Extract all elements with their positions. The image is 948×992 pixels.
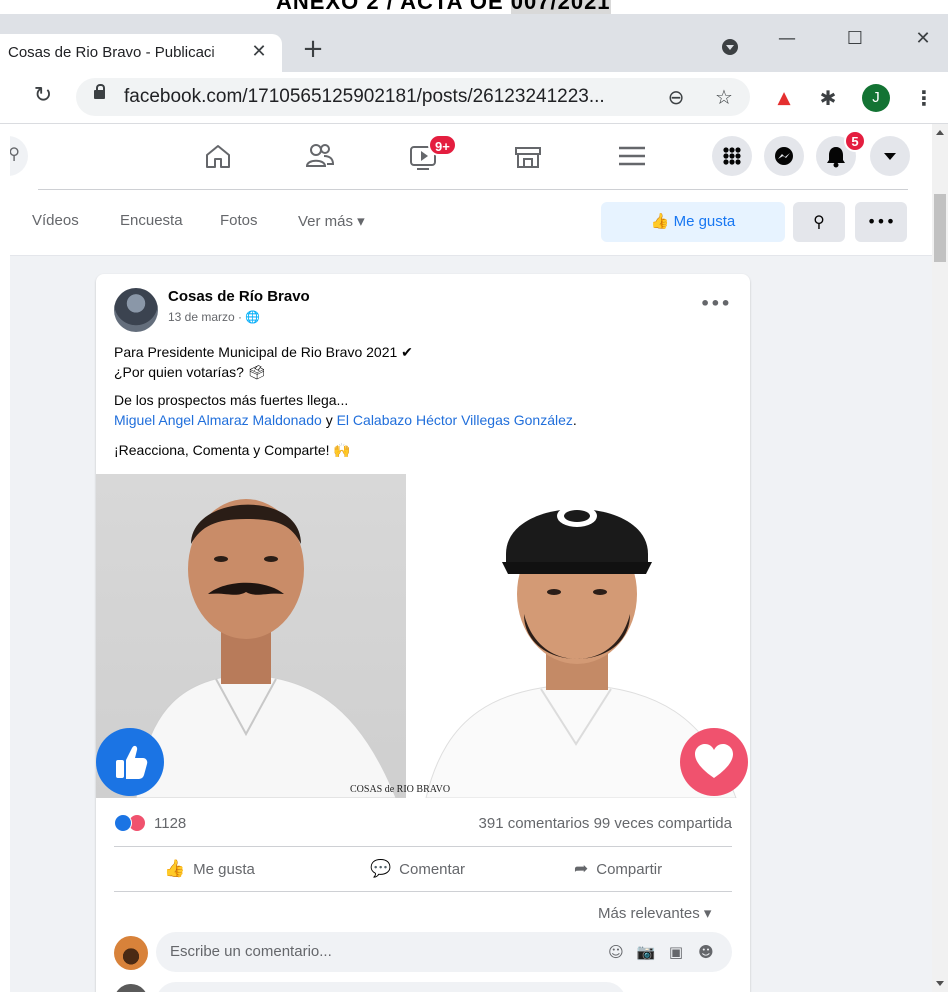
post-line-1: Para Presidente Municipal de Rio Bravo 2… xyxy=(114,344,413,360)
address-bar[interactable]: facebook.com/1710565125902181/posts/2612… xyxy=(76,78,750,116)
like-page-button[interactable]: 👍 Me gusta xyxy=(601,202,785,242)
comment-button[interactable]: 💬 Comentar xyxy=(370,853,465,885)
comment-placeholder: Escribe un comentario... xyxy=(170,943,332,960)
scroll-thumb[interactable] xyxy=(934,194,946,262)
post-author[interactable]: Cosas de Río Bravo xyxy=(168,288,310,305)
account-caret-icon[interactable] xyxy=(870,136,910,176)
next-comment-bubble xyxy=(156,982,626,992)
link-el-calabazo[interactable]: El Calabazo Héctor Villegas González xyxy=(337,412,573,428)
like-reaction-icon xyxy=(96,728,164,796)
messenger-icon[interactable] xyxy=(764,136,804,176)
url-text: facebook.com/1710565125902181/posts/2612… xyxy=(124,86,605,107)
watch-badge: 9+ xyxy=(428,134,457,156)
share-icon: ➦ xyxy=(574,859,589,878)
share-button-label: Compartir xyxy=(596,861,663,878)
profile-avatar[interactable]: J xyxy=(862,84,890,112)
page-more-button[interactable]: ••• xyxy=(855,202,907,242)
tab-ver-mas[interactable]: Ver más ▾ xyxy=(298,212,365,230)
comments-shares-count[interactable]: 391 comentarios 99 veces compartida xyxy=(479,815,732,832)
page-scrollbar[interactable] xyxy=(932,124,948,992)
comment-icon: 💬 xyxy=(370,859,392,878)
love-reaction-icon xyxy=(680,728,748,796)
marketplace-icon[interactable] xyxy=(510,138,546,174)
comment-button-label: Comentar xyxy=(399,861,466,878)
like-button-label: Me gusta xyxy=(193,861,255,878)
document-header-text: ANEXO 2 / ACTA OE 007/2021 xyxy=(276,0,611,14)
tab-close-icon[interactable]: ✕ xyxy=(248,41,270,63)
facebook-search[interactable]: ⚲ xyxy=(10,136,28,176)
thumbs-up-icon: 👍 xyxy=(650,213,670,230)
tab-fotos[interactable]: Fotos xyxy=(220,212,258,229)
bookmark-star-icon[interactable]: ☆ xyxy=(712,84,736,110)
camera-icon[interactable]: 📷 xyxy=(636,942,656,962)
tab-search-icon[interactable] xyxy=(722,39,738,55)
tab-title: Cosas de Rio Bravo - Publicaci xyxy=(8,44,240,61)
scroll-up-arrow-icon[interactable] xyxy=(936,130,944,135)
new-tab-button[interactable]: + xyxy=(300,34,326,64)
gif-icon[interactable]: ▣ xyxy=(666,942,686,962)
comment-sort-dropdown[interactable]: Más relevantes ▾ xyxy=(598,904,711,922)
link-miguel-angel[interactable]: Miguel Angel Almaraz Maldonado xyxy=(114,412,322,428)
connector-text: y xyxy=(325,412,333,428)
sticker-icon[interactable]: ☻ xyxy=(696,942,716,962)
document-header: ANEXO 2 / ACTA OE 007/2021 xyxy=(0,0,948,14)
notifications-badge: 5 xyxy=(844,130,866,152)
link-end: . xyxy=(572,412,577,428)
post-stats: 1128 391 comentarios 99 veces compartida xyxy=(114,814,732,836)
friends-icon[interactable] xyxy=(302,138,338,174)
commenter-avatar xyxy=(114,936,148,970)
post-line-4: Miguel Angel Almaraz Maldonado y El Cala… xyxy=(114,412,577,428)
mini-like-icon xyxy=(114,814,132,832)
browser-tab[interactable]: Cosas de Rio Bravo - Publicaci ✕ xyxy=(0,34,282,72)
globe-icon: 🌐 xyxy=(245,310,261,324)
browser-toolbar: ↻ facebook.com/1710565125902181/posts/26… xyxy=(0,72,948,124)
tab-videos[interactable]: Vídeos xyxy=(32,212,79,229)
page-tabs-bar: Vídeos Encuesta Fotos Ver más ▾ 👍 Me gus… xyxy=(10,190,932,256)
pdf-extension-icon[interactable]: ▲ xyxy=(772,86,796,110)
post-date-text: 13 de marzo · xyxy=(168,310,246,324)
home-icon[interactable] xyxy=(200,138,236,174)
search-icon: ⚲ xyxy=(813,212,825,231)
scroll-down-arrow-icon[interactable] xyxy=(936,981,944,986)
facebook-top-nav: ⚲ 9+ 5 xyxy=(10,124,932,190)
post-line-5: ¡Reacciona, Comenta y Comparte! 🙌 xyxy=(114,442,351,458)
more-icon: ••• xyxy=(866,212,896,231)
post-options-icon[interactable]: ••• xyxy=(700,294,731,314)
extensions-puzzle-icon[interactable]: ✱ xyxy=(816,86,840,110)
facebook-page: ⚲ 9+ 5 Vídeos Encuesta Fotos Ver más ▾ 👍… xyxy=(10,124,932,992)
tab-encuesta[interactable]: Encuesta xyxy=(120,212,183,229)
author-avatar[interactable] xyxy=(114,288,158,332)
reaction-count[interactable]: 1128 xyxy=(154,815,186,832)
browser-menu-icon[interactable]: ⋮ xyxy=(912,84,936,112)
menu-icon[interactable] xyxy=(614,138,650,174)
post-line-3: De los prospectos más fuertes llega... xyxy=(114,392,349,408)
like-button[interactable]: 👍 Me gusta xyxy=(164,853,255,885)
post-card: Cosas de Río Bravo 13 de marzo · 🌐 ••• P… xyxy=(96,274,750,992)
zoom-icon[interactable]: ⊖ xyxy=(664,84,688,110)
emoji-icon[interactable]: ☺ xyxy=(606,942,626,962)
maximize-button[interactable]: ☐ xyxy=(840,24,870,54)
post-photo[interactable]: COSAS de RIO BRAVO xyxy=(96,474,750,798)
lock-icon xyxy=(94,84,105,99)
thumbs-up-outline-icon: 👍 xyxy=(164,859,186,878)
search-icon: ⚲ xyxy=(10,144,20,163)
share-button[interactable]: ➦ Compartir xyxy=(574,853,662,885)
apps-grid-icon[interactable] xyxy=(712,136,752,176)
page-search-button[interactable]: ⚲ xyxy=(793,202,845,242)
post-action-bar: 👍 Me gusta 💬 Comentar ➦ Compartir xyxy=(114,846,732,892)
close-window-button[interactable]: ✕ xyxy=(908,24,938,54)
next-comment-avatar xyxy=(114,984,148,992)
reload-icon[interactable]: ↻ xyxy=(30,83,56,109)
post-date[interactable]: 13 de marzo · 🌐 xyxy=(168,310,260,324)
like-page-label: Me gusta xyxy=(673,213,736,230)
post-line-2: ¿Por quien votarías? 🗳 xyxy=(114,364,266,380)
photo-watermark: COSAS de RIO BRAVO xyxy=(350,784,451,795)
browser-tabstrip: Cosas de Rio Bravo - Publicaci ✕ + — ☐ ✕ xyxy=(0,14,948,72)
minimize-button[interactable]: — xyxy=(772,24,802,54)
comment-input[interactable]: Escribe un comentario... ☺ 📷 ▣ ☻ xyxy=(156,932,732,972)
